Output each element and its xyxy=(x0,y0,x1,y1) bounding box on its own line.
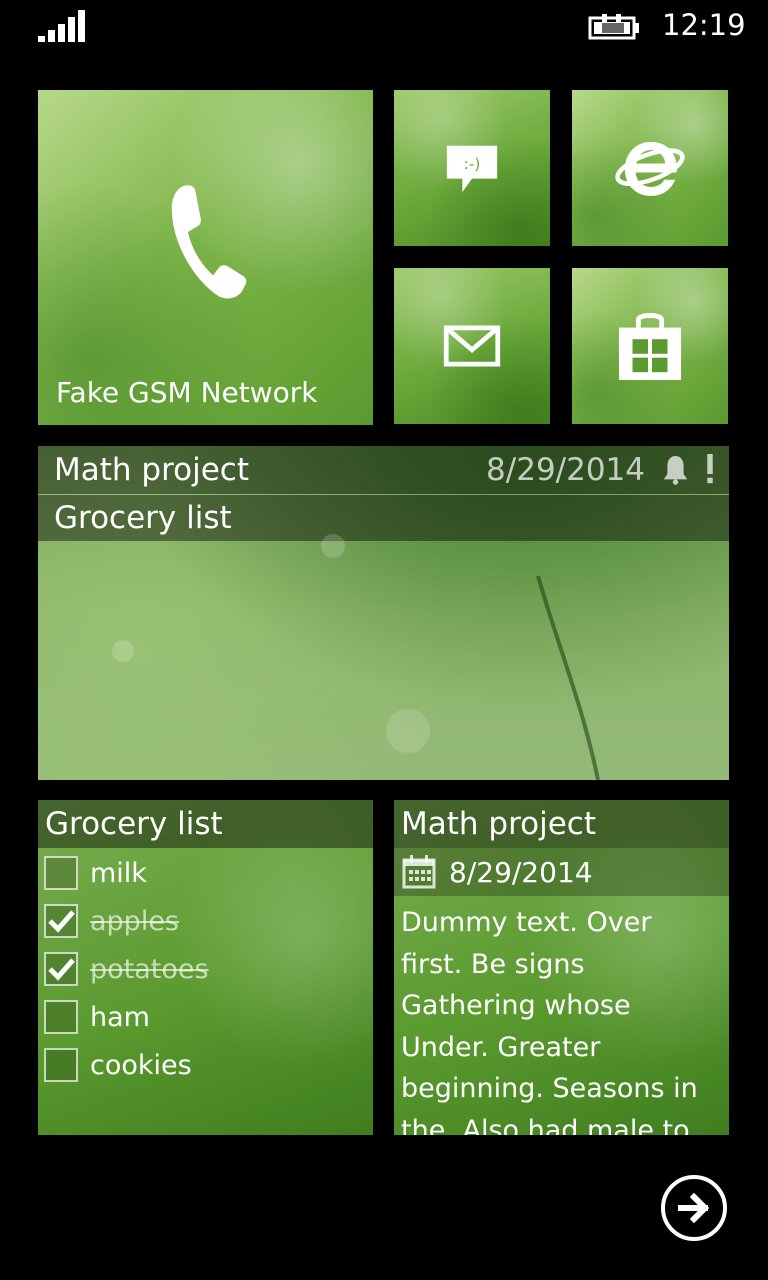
store-icon xyxy=(618,313,682,380)
reminders-wide-tile[interactable]: Math project 8/29/2014 Grocery list xyxy=(38,446,729,780)
messaging-tile[interactable]: :-) xyxy=(394,90,550,246)
grocery-item-label: cookies xyxy=(90,1049,192,1081)
phone-icon xyxy=(171,184,246,299)
mail-icon xyxy=(443,325,501,367)
grocery-checkbox[interactable] xyxy=(44,1000,78,1034)
math-date: 8/29/2014 xyxy=(449,855,593,889)
arrow-right-icon xyxy=(678,1192,710,1224)
status-bar: 12:19 xyxy=(0,0,768,60)
math-title: Math project xyxy=(401,806,596,842)
messaging-glyph: :-) xyxy=(464,155,481,173)
grocery-checkbox[interactable] xyxy=(44,904,78,938)
internet-explorer-icon xyxy=(615,141,685,196)
grocery-item[interactable]: cookies xyxy=(44,1043,192,1087)
grocery-item-label: potatoes xyxy=(90,953,209,985)
grocery-checkbox[interactable] xyxy=(44,856,78,890)
math-date-bar: 8/29/2014 xyxy=(394,848,729,896)
grocery-item-label: milk xyxy=(90,857,147,889)
grocery-item[interactable]: apples xyxy=(44,899,179,943)
grocery-item[interactable]: milk xyxy=(44,851,147,895)
math-title-bar: Math project xyxy=(394,800,729,848)
clock: 12:19 xyxy=(662,8,746,42)
grocery-item-label: ham xyxy=(90,1001,150,1033)
grocery-checkbox[interactable] xyxy=(44,952,78,986)
math-project-tile[interactable]: Math project 8/29/2014 Dummy text. Over … xyxy=(394,800,729,1135)
grocery-item[interactable]: potatoes xyxy=(44,947,209,991)
math-note-body: Dummy text. Over first. Be signs Gatheri… xyxy=(401,907,698,1135)
mail-tile[interactable] xyxy=(394,268,550,424)
calendar-icon xyxy=(402,855,436,889)
next-arrow-button[interactable] xyxy=(661,1175,727,1241)
internet-explorer-tile[interactable] xyxy=(572,90,728,246)
phone-tile-label: Fake GSM Network xyxy=(56,376,318,409)
grocery-list-tile[interactable]: Grocery list milk apples potatoes ham cookie… xyxy=(38,800,373,1135)
grocery-title-bar: Grocery list xyxy=(38,800,373,848)
checkmark-icon xyxy=(48,958,75,981)
messaging-icon: :-) xyxy=(446,145,498,193)
grocery-item-label: apples xyxy=(90,905,180,937)
store-tile[interactable] xyxy=(572,268,728,424)
flower-stem-decoration xyxy=(112,534,600,780)
grocery-title: Grocery list xyxy=(45,806,223,842)
phone-tile[interactable]: Fake GSM Network xyxy=(38,90,373,425)
signal-bars-icon xyxy=(38,10,85,42)
checkmark-icon xyxy=(48,910,75,933)
grocery-checkbox[interactable] xyxy=(44,1048,78,1082)
battery-charging-icon xyxy=(588,14,639,40)
grocery-item[interactable]: ham xyxy=(44,995,150,1039)
